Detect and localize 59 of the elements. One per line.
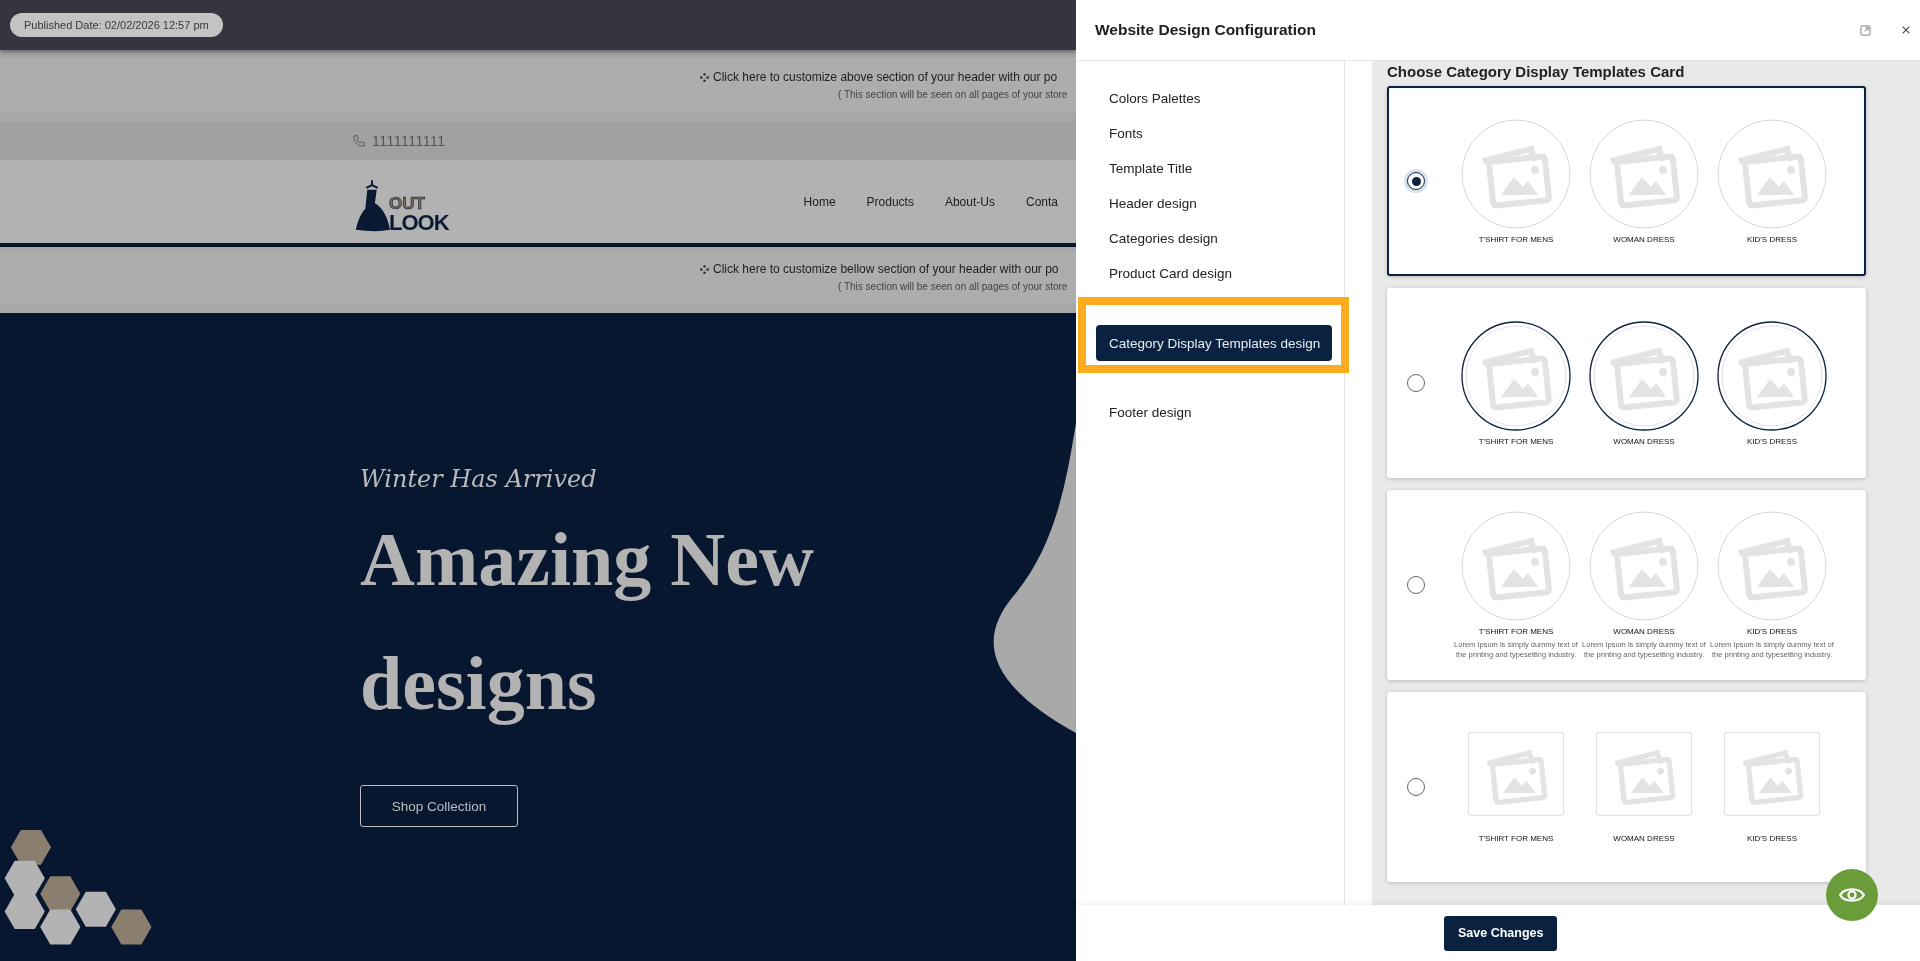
menu-item[interactable]: Product Card design xyxy=(1076,256,1344,291)
hero-subtitle: Winter Has Arrived xyxy=(360,465,597,493)
image-placeholder-icon xyxy=(1589,510,1699,621)
eye-icon xyxy=(1839,886,1865,904)
sparkle-icon xyxy=(700,264,709,274)
expand-icon[interactable] xyxy=(1860,24,1871,36)
category-name: KID'S DRESS xyxy=(1747,234,1797,244)
category-name: WOMAN DRESS xyxy=(1613,626,1675,636)
store-logo[interactable]: OUT LOOK xyxy=(353,169,449,234)
template-card[interactable]: T'SHIRT FOR MENS WOMAN DRESS KID'S DRESS xyxy=(1387,86,1866,276)
image-placeholder-icon xyxy=(1461,118,1571,229)
menu-item[interactable]: Header design xyxy=(1076,186,1344,221)
radio-button[interactable] xyxy=(1407,172,1425,190)
save-changes-button[interactable]: Save Changes xyxy=(1444,915,1558,951)
nav-link[interactable]: Home xyxy=(803,194,836,209)
section-title: Choose Category Display Templates Card xyxy=(1387,63,1686,80)
banner-note: ( This section will be seen on all pages of your store xyxy=(838,89,1068,100)
template-card[interactable]: T'SHIRT FOR MENS WOMAN DRESS KID'S DRESS xyxy=(1387,288,1866,478)
banner[interactable]: Click here to customize above section of your header with our po ( This section will be seen on all pages of your store xyxy=(0,58,1076,112)
image-placeholder-icon xyxy=(1589,320,1699,431)
template-card[interactable]: T'SHIRT FOR MENS WOMAN DRESS KID'S DRESS xyxy=(1387,692,1866,882)
nav-link[interactable]: About-Us xyxy=(944,194,995,209)
phone-number: 1111111111 xyxy=(372,133,446,149)
category-name: KID'S DRESS xyxy=(1747,833,1797,843)
banner-text[interactable]: Click here to customize above section of your header with our po xyxy=(713,70,1058,84)
image-placeholder-icon xyxy=(1461,510,1571,621)
dialog-title: Website Design Configuration xyxy=(1095,21,1318,39)
category-name: T'SHIRT FOR MENS xyxy=(1478,833,1554,843)
preview-button[interactable] xyxy=(1826,869,1878,921)
menu-item[interactable]: Footer design xyxy=(1076,395,1344,430)
image-placeholder-icon xyxy=(1717,510,1827,621)
category-name: WOMAN DRESS xyxy=(1613,436,1675,446)
sparkle-icon xyxy=(700,72,709,82)
banner-text[interactable]: Click here to customize bellow section of your header with our po xyxy=(713,262,1059,276)
category-name: T'SHIRT FOR MENS xyxy=(1478,234,1554,244)
image-placeholder-icon xyxy=(1589,118,1699,229)
category-name: T'SHIRT FOR MENS xyxy=(1478,626,1554,636)
menu-item[interactable]: Categories design xyxy=(1076,221,1344,256)
phone-icon xyxy=(352,134,366,148)
menu-item[interactable]: Fonts xyxy=(1076,116,1344,151)
shop-collection-button[interactable]: Shop Collection xyxy=(360,785,518,827)
category-name: KID'S DRESS xyxy=(1747,436,1797,446)
nav-link[interactable]: Conta xyxy=(1025,194,1058,209)
category-name: T'SHIRT FOR MENS xyxy=(1478,436,1554,446)
image-placeholder-icon xyxy=(1461,320,1571,431)
banner-note: ( This section will be seen on all pages of your store xyxy=(838,281,1068,292)
category-name: WOMAN DRESS xyxy=(1613,833,1675,843)
nav-link[interactable]: Products xyxy=(866,194,914,209)
close-icon[interactable] xyxy=(1901,25,1911,35)
image-placeholder-icon xyxy=(1717,118,1827,229)
banner[interactable]: Click here to customize bellow section of your header with our po ( This section will be seen on all pages of your store xyxy=(0,251,1076,303)
category-name: KID'S DRESS xyxy=(1747,626,1797,636)
published-date-badge: Published Date: 02/02/2026 12:57 pm xyxy=(10,13,223,37)
image-placeholder-icon xyxy=(1717,320,1827,431)
menu-item[interactable]: Template Title xyxy=(1076,151,1344,186)
hero-title: Amazing New designs xyxy=(360,516,815,727)
category-name: WOMAN DRESS xyxy=(1613,234,1675,244)
menu-item[interactable]: Colors Palettes xyxy=(1076,81,1344,116)
menu-item[interactable]: Category Display Templates design xyxy=(1096,325,1332,361)
